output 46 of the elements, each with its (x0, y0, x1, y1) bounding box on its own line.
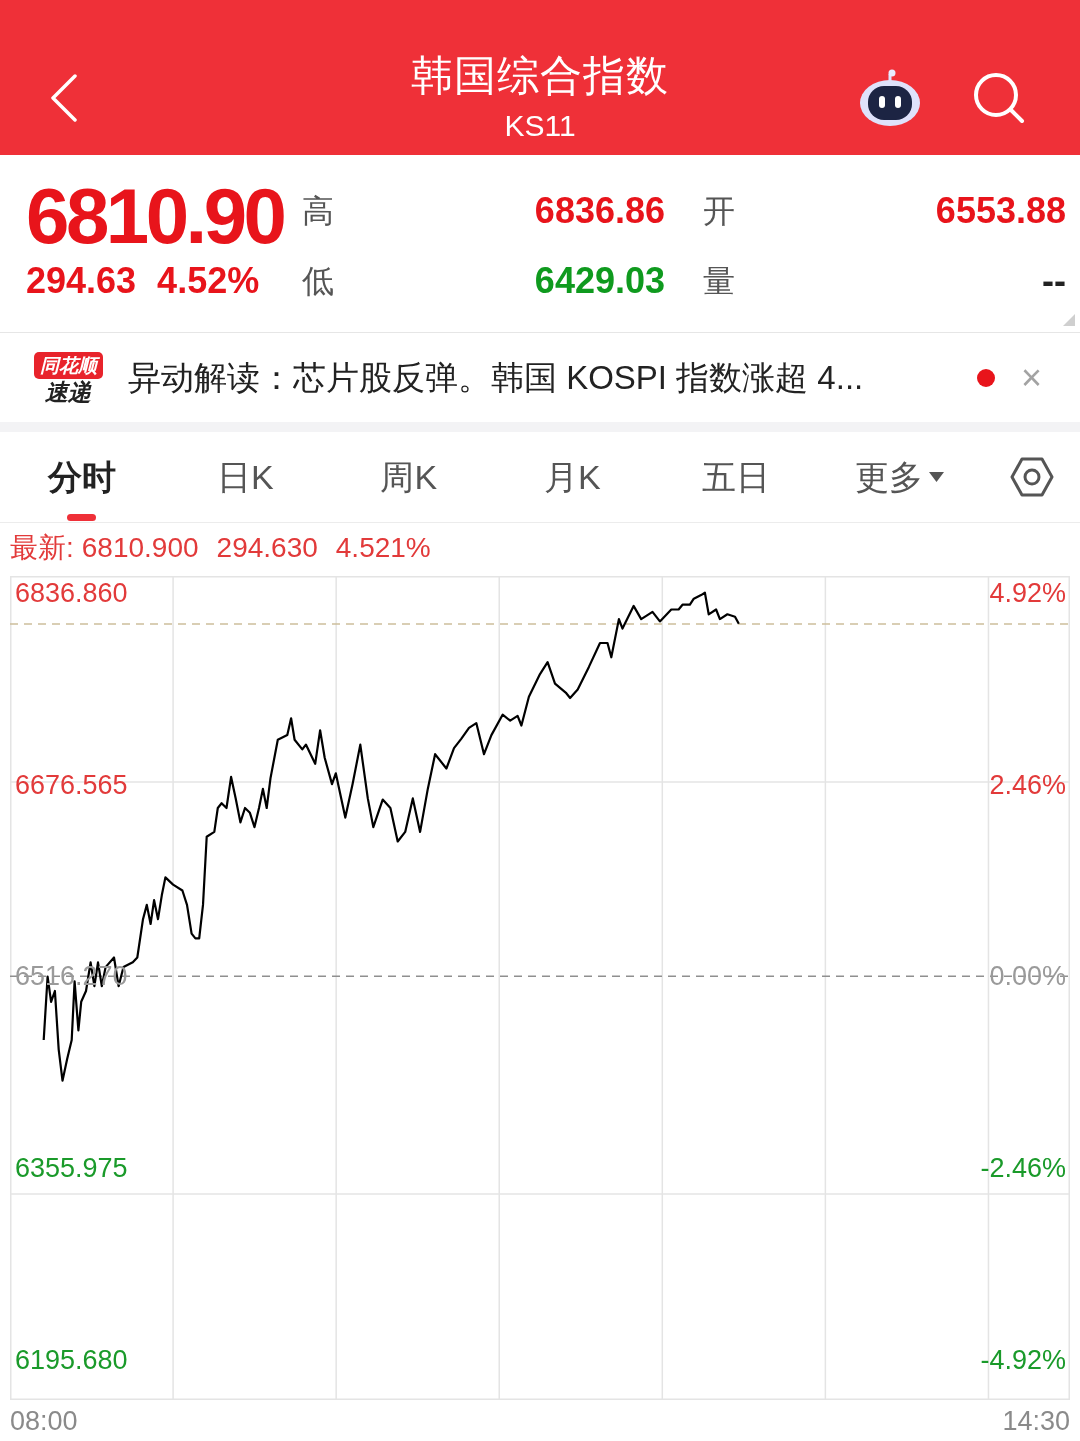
latest-percent: 4.521% (335, 533, 431, 562)
tab[interactable]: 分时 (0, 432, 164, 522)
price-axis-label: 6676.565 (15, 769, 128, 800)
percent-axis-label: -2.46% (980, 1153, 1066, 1183)
percent-axis-label: -4.92% (980, 1344, 1066, 1375)
search-button[interactable] (973, 71, 1025, 124)
settings-icon (1009, 457, 1054, 497)
percent-axis-label: 2.46% (989, 769, 1066, 800)
percent-axis-label: 4.92% (989, 577, 1066, 608)
latest-price: 6810.900 (81, 533, 199, 562)
index-code: KS11 (503, 107, 577, 144)
news-headline[interactable]: 异动解读：芯片股反弹。韩国 KOSPI 指数涨超 4... (128, 352, 977, 403)
price-change: 294.63 (26, 263, 137, 299)
percent-change: 4.52% (157, 263, 260, 299)
stat-value: -- (1041, 263, 1066, 299)
tab[interactable]: 周K (327, 432, 491, 522)
tab[interactable]: 日K (163, 432, 327, 522)
current-price: 6810.90 (26, 171, 285, 255)
logo-tag: 同花顺 (33, 351, 103, 379)
time-axis-label: 14:30 (1002, 1408, 1071, 1435)
corner-triangle-icon (1063, 314, 1075, 326)
robot-icon (859, 68, 921, 127)
stat-label: 高 (302, 195, 335, 227)
stat-value: 6836.86 (533, 193, 665, 229)
time-axis-label: 08:00 (9, 1408, 78, 1435)
stat-value: 6553.88 (934, 193, 1066, 229)
price-axis-label: 6195.680 (15, 1344, 128, 1375)
stat-label: 低 (302, 265, 335, 297)
price-axis-label: 6836.860 (15, 577, 128, 608)
search-icon (973, 71, 1025, 124)
tab[interactable]: 更多 (817, 432, 981, 522)
tab[interactable]: 月K (490, 432, 654, 522)
tab[interactable]: 五日 (654, 432, 818, 522)
page-title: 韩国综合指数 (411, 51, 669, 102)
stat-label: 量 (702, 265, 736, 297)
caret-icon (928, 472, 944, 482)
stat-label: 开 (702, 195, 736, 227)
back-button[interactable] (50, 73, 77, 122)
assistant-button[interactable] (859, 68, 921, 127)
stat-value: 6429.03 (533, 263, 665, 299)
settings-button[interactable] (1009, 457, 1054, 497)
price-axis-label: 6355.975 (15, 1153, 128, 1183)
back-chevron-icon (50, 73, 77, 122)
latest-label: 最新: (10, 533, 74, 562)
logo-text: 速递 (45, 380, 91, 404)
latest-change: 294.630 (216, 533, 318, 562)
